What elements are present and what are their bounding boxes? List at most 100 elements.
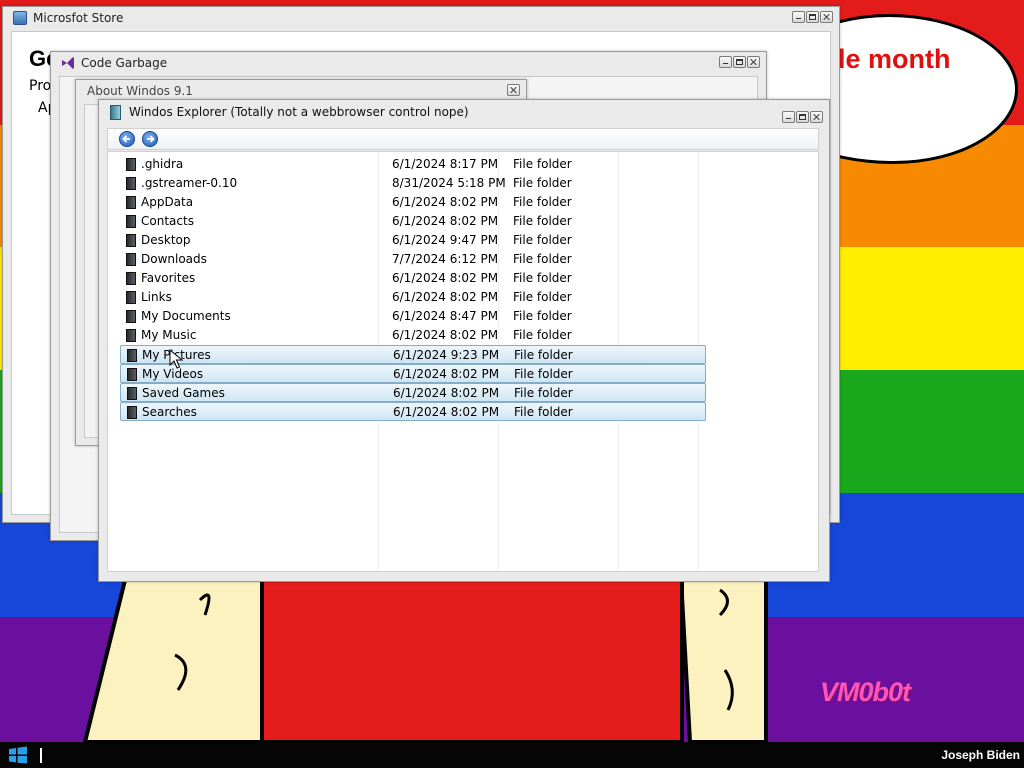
file-list[interactable]: .ghidra 6/1/2024 8:17 PM File folder .gstre…	[107, 151, 819, 572]
folder-icon	[126, 196, 136, 209]
file-name: My Music	[141, 328, 197, 342]
folder-icon	[126, 177, 136, 190]
file-date: 6/1/2024 9:47 PM	[392, 233, 499, 247]
figure-right-arm	[677, 558, 768, 742]
taskbar: Joseph Biden	[0, 742, 1024, 768]
explorer-window[interactable]: Windos Explorer (Totally not a webbrowse…	[98, 99, 830, 582]
file-type: File folder	[513, 233, 572, 247]
file-type: File folder	[513, 176, 572, 190]
folder-icon	[126, 329, 136, 342]
figure-left-arm	[82, 552, 267, 742]
figure-shirt	[260, 558, 684, 742]
watermark-logo: VM0b0t	[820, 677, 911, 707]
file-name: Links	[141, 290, 172, 304]
file-date: 6/1/2024 8:02 PM	[392, 290, 499, 304]
file-date: 6/1/2024 9:23 PM	[393, 348, 500, 362]
file-row[interactable]: My Pictures 6/1/2024 9:23 PM File folder	[120, 345, 706, 364]
folder-icon	[126, 234, 136, 247]
code-garbage-titlebar[interactable]: Code Garbage	[51, 52, 766, 74]
forward-button[interactable]	[142, 131, 158, 147]
file-name: Favorites	[141, 271, 196, 285]
file-type: File folder	[513, 309, 572, 323]
file-row[interactable]: My Music 6/1/2024 8:02 PM File folder	[120, 326, 706, 345]
file-date: 6/1/2024 8:02 PM	[392, 214, 499, 228]
file-type: File folder	[513, 328, 572, 342]
code-garbage-close-button[interactable]	[747, 56, 760, 68]
file-row[interactable]: Downloads 7/7/2024 6:12 PM File folder	[120, 250, 706, 269]
explorer-title: Windos Explorer (Totally not a webbrowse…	[129, 105, 469, 119]
file-row[interactable]: .gstreamer-0.10 8/31/2024 5:18 PM File fol…	[120, 174, 706, 193]
file-row[interactable]: Favorites 6/1/2024 8:02 PM File folder	[120, 269, 706, 288]
file-date: 6/1/2024 8:02 PM	[392, 328, 499, 342]
file-date: 7/7/2024 6:12 PM	[392, 252, 499, 266]
explorer-titlebar[interactable]: Windos Explorer (Totally not a webbrowse…	[99, 100, 829, 124]
back-arrow-icon	[122, 135, 130, 143]
explorer-book-icon	[110, 104, 121, 120]
file-name: Saved Games	[142, 386, 225, 400]
file-type: File folder	[513, 157, 572, 171]
folder-icon	[126, 253, 136, 266]
file-row[interactable]: Searches 6/1/2024 8:02 PM File folder	[120, 402, 706, 421]
folder-icon	[127, 406, 137, 419]
store-titlebar[interactable]: Microsfot Store	[3, 7, 839, 29]
back-button[interactable]	[119, 131, 135, 147]
file-name: Downloads	[141, 252, 207, 266]
store-minimize-button[interactable]	[792, 11, 805, 23]
folder-icon	[126, 310, 136, 323]
start-button[interactable]	[8, 746, 30, 764]
taskbar-user-name[interactable]: Joseph Biden	[941, 748, 1020, 762]
folder-icon	[127, 349, 137, 362]
store-window-controls	[792, 11, 833, 23]
file-date: 6/1/2024 8:02 PM	[393, 367, 500, 381]
file-type: File folder	[513, 271, 572, 285]
file-type: File folder	[514, 348, 573, 362]
code-garbage-title: Code Garbage	[81, 56, 168, 70]
file-row[interactable]: .ghidra 6/1/2024 8:17 PM File folder	[120, 155, 706, 174]
file-date: 6/1/2024 8:02 PM	[392, 195, 499, 209]
file-row[interactable]: Saved Games 6/1/2024 8:02 PM File folder	[120, 383, 706, 402]
forward-arrow-icon	[147, 135, 155, 143]
store-title: Microsfot Store	[33, 11, 124, 25]
file-row[interactable]: AppData 6/1/2024 8:02 PM File folder	[120, 193, 706, 212]
explorer-window-controls	[782, 111, 823, 123]
store-close-button[interactable]	[820, 11, 833, 23]
code-garbage-minimize-button[interactable]	[719, 56, 732, 68]
explorer-minimize-button[interactable]	[782, 111, 795, 123]
folder-icon	[127, 387, 137, 400]
code-garbage-maximize-button[interactable]	[733, 56, 746, 68]
file-row[interactable]: Desktop 6/1/2024 9:47 PM File folder	[120, 231, 706, 250]
about-close-button[interactable]	[507, 84, 520, 96]
store-bag-icon	[13, 11, 27, 25]
file-type: File folder	[513, 290, 572, 304]
file-date: 6/1/2024 8:47 PM	[392, 309, 499, 323]
about-title: About Windos 9.1	[87, 84, 193, 98]
file-name: Contacts	[141, 214, 194, 228]
file-type: File folder	[513, 252, 572, 266]
file-date: 8/31/2024 5:18 PM	[392, 176, 506, 190]
file-row[interactable]: Links 6/1/2024 8:02 PM File folder	[120, 288, 706, 307]
file-name: Searches	[142, 405, 197, 419]
file-date: 6/1/2024 8:17 PM	[392, 157, 499, 171]
file-date: 6/1/2024 8:02 PM	[393, 405, 500, 419]
file-date: 6/1/2024 8:02 PM	[392, 271, 499, 285]
folder-icon	[126, 272, 136, 285]
explorer-maximize-button[interactable]	[796, 111, 809, 123]
explorer-toolbar	[107, 128, 819, 150]
file-type: File folder	[513, 214, 572, 228]
store-maximize-button[interactable]	[806, 11, 819, 23]
file-row[interactable]: Contacts 6/1/2024 8:02 PM File folder	[120, 212, 706, 231]
folder-icon	[126, 158, 136, 171]
file-date: 6/1/2024 8:02 PM	[393, 386, 500, 400]
file-row[interactable]: My Videos 6/1/2024 8:02 PM File folder	[120, 364, 706, 383]
folder-icon	[126, 215, 136, 228]
file-type: File folder	[514, 386, 573, 400]
folder-icon	[127, 368, 137, 381]
code-garbage-window-controls	[719, 56, 760, 68]
file-name: Desktop	[141, 233, 191, 247]
explorer-close-button[interactable]	[810, 111, 823, 123]
windows-logo-icon	[9, 746, 27, 764]
visual-studio-icon	[62, 57, 74, 69]
about-window-controls	[507, 84, 520, 96]
file-row[interactable]: My Documents 6/1/2024 8:47 PM File folder	[120, 307, 706, 326]
file-type: File folder	[513, 195, 572, 209]
